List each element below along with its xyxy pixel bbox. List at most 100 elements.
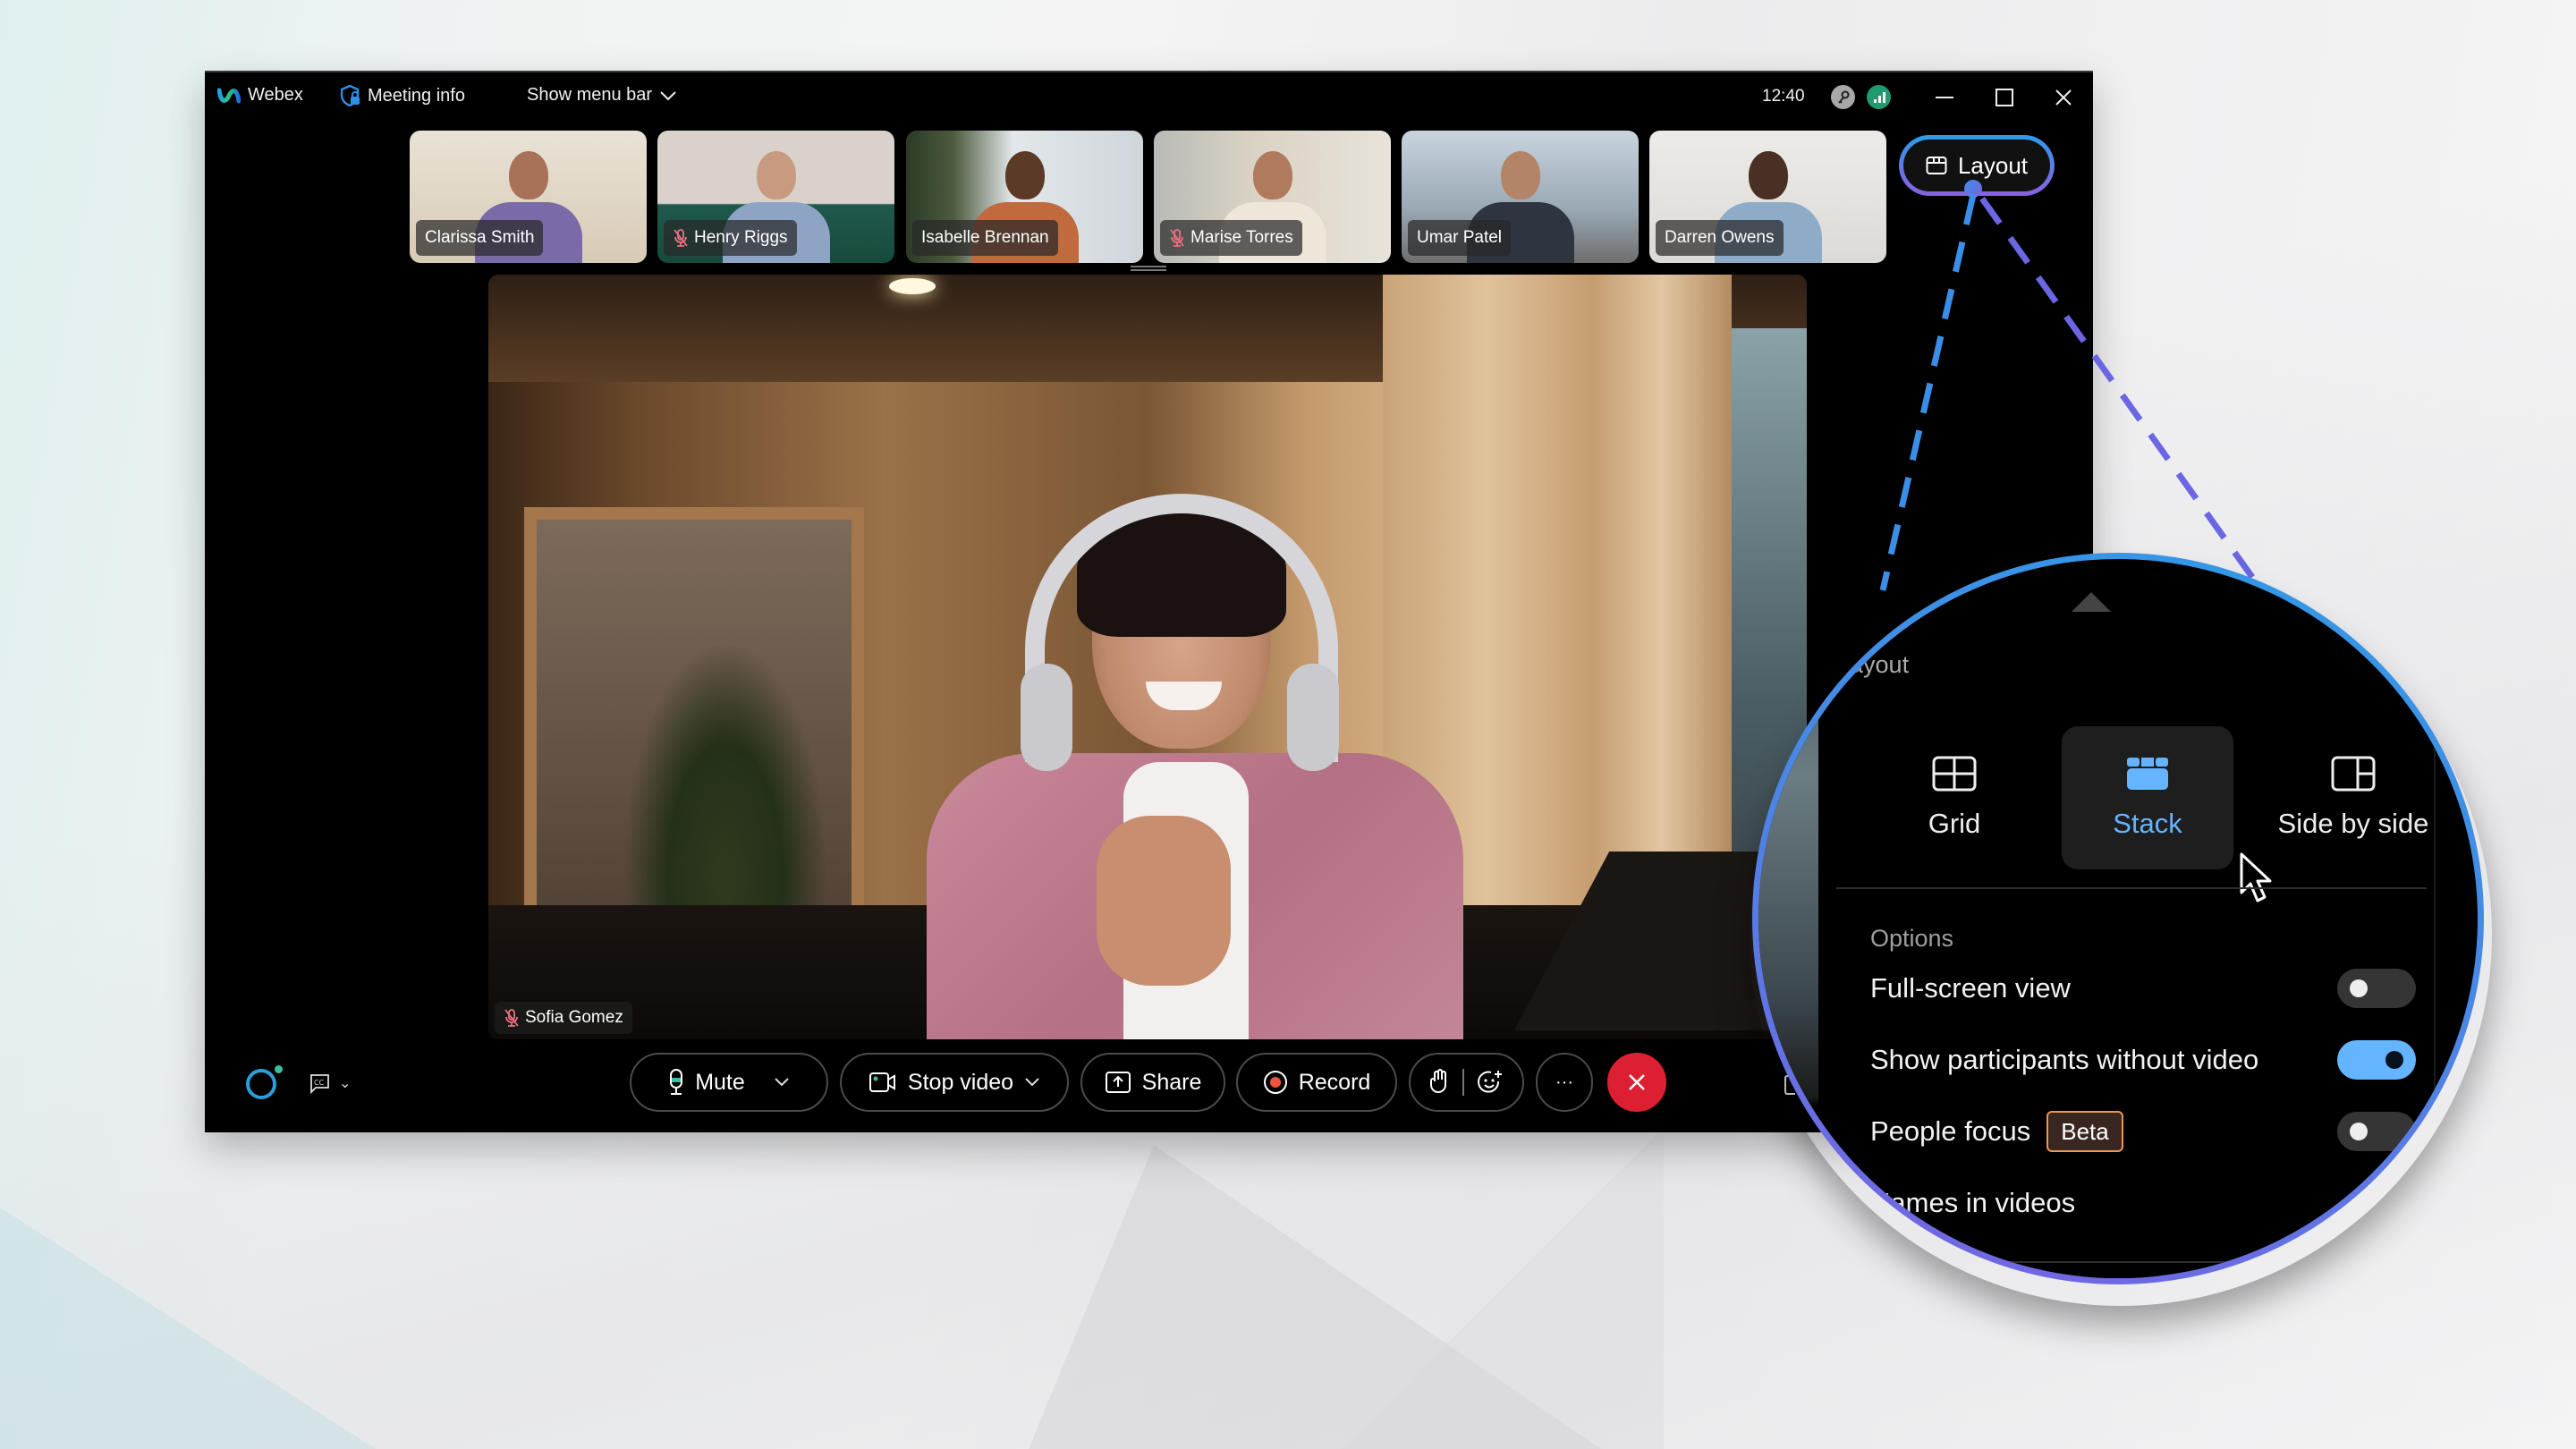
leave-meeting-button[interactable] xyxy=(1607,1053,1666,1112)
speaker-name-tag: Sofia Gomez xyxy=(495,1002,632,1034)
share-button[interactable]: Share xyxy=(1080,1053,1225,1112)
chevron-down-icon[interactable] xyxy=(774,1077,790,1088)
maximize-icon[interactable] xyxy=(1987,81,2022,114)
grid-icon xyxy=(1932,756,1977,792)
stop-video-button[interactable]: Stop video xyxy=(840,1053,1069,1112)
show-menu-bar-button[interactable]: Show menu bar xyxy=(527,85,677,106)
panel-title: Layout xyxy=(1836,651,1910,678)
panel-pointer xyxy=(2072,592,2111,612)
muted-mic-icon xyxy=(674,229,688,247)
layout-option-side-by-side[interactable]: Side by side xyxy=(2255,726,2452,869)
clock-time: 12:40 xyxy=(1762,87,1805,106)
participant-name: Marise Torres xyxy=(1191,228,1293,247)
name-tag: Umar Patel xyxy=(1408,220,1512,256)
participant-thumbnail[interactable]: Umar Patel xyxy=(1402,131,1639,263)
video-camera-icon xyxy=(869,1072,895,1092)
reactions-group xyxy=(1409,1053,1524,1112)
closed-captions-icon: CC xyxy=(310,1074,329,1094)
chevron-right-icon: › xyxy=(2394,1184,2405,1221)
record-button[interactable]: Record xyxy=(1236,1053,1397,1112)
stack-icon xyxy=(2127,758,2168,790)
share-icon xyxy=(1105,1072,1131,1093)
setting-label: People focus xyxy=(1870,1115,2031,1147)
record-icon xyxy=(1263,1071,1287,1094)
participant-thumbnail[interactable]: Isabelle Brennan xyxy=(906,131,1143,263)
show-participants-toggle[interactable] xyxy=(2337,1040,2416,1080)
participant-name: Henry Riggs xyxy=(694,228,788,247)
closed-captions-button[interactable]: CC ⌄ xyxy=(309,1072,351,1094)
signal-icon[interactable] xyxy=(1867,85,1891,109)
speaker-figure xyxy=(855,485,1499,1039)
close-icon xyxy=(1629,1074,1645,1090)
participant-name: Umar Patel xyxy=(1417,228,1503,247)
setting-names-in-videos[interactable]: Names in videos › xyxy=(1870,1181,2416,1225)
ai-status-dot xyxy=(275,1065,283,1073)
shield-lock-icon xyxy=(341,85,360,106)
webex-logo-icon xyxy=(217,88,241,103)
layout-icon xyxy=(1926,157,1947,174)
name-tag: Darren Owens xyxy=(1656,220,1784,256)
muted-mic-icon xyxy=(1170,229,1184,247)
ai-assistant-icon[interactable] xyxy=(246,1069,276,1099)
name-tag: Henry Riggs xyxy=(664,220,797,256)
participant-thumbnail[interactable]: Marise Torres xyxy=(1154,131,1391,263)
meeting-info-label: Meeting info xyxy=(368,85,465,106)
title-bar: Webex Meeting info Show menu bar 12:40 xyxy=(205,72,2093,123)
raise-hand-icon[interactable] xyxy=(1429,1069,1450,1096)
magnified-layout-panel: Layout Grid Stack Side by side Options F… xyxy=(1752,553,2484,1284)
add-reaction-icon[interactable] xyxy=(1477,1069,1504,1096)
setting-show-participants-without-video: Show participants without video xyxy=(1870,1038,2416,1082)
webex-app-label[interactable]: Webex xyxy=(217,85,303,106)
participant-name: Darren Owens xyxy=(1665,228,1775,247)
people-focus-toggle[interactable] xyxy=(2337,1112,2416,1151)
setting-label: Names in videos xyxy=(1870,1187,2076,1218)
participant-thumbnail[interactable]: Darren Owens xyxy=(1649,131,1886,263)
background-facet xyxy=(0,1208,376,1449)
chevron-down-icon[interactable] xyxy=(1024,1077,1040,1088)
background-facet xyxy=(1342,1127,1664,1449)
option-label: Grid xyxy=(1928,808,1981,839)
option-label: Side by side xyxy=(2277,808,2429,839)
speaker-name: Sofia Gomez xyxy=(525,1008,623,1027)
divider xyxy=(1462,1069,1464,1096)
options-section-label: Options xyxy=(1870,925,1954,952)
chevron-down-icon: ⌄ xyxy=(339,1076,352,1091)
setting-label: Full-screen view xyxy=(1870,972,2071,1004)
muted-mic-icon xyxy=(504,1009,519,1027)
full-screen-toggle[interactable] xyxy=(2337,969,2416,1008)
stop-video-label: Stop video xyxy=(907,1069,1014,1095)
microphone-icon xyxy=(670,1069,683,1095)
record-label: Record xyxy=(1298,1069,1371,1095)
key-icon[interactable] xyxy=(1831,85,1855,109)
minimize-icon[interactable] xyxy=(1927,81,1962,114)
layout-label: Layout xyxy=(1957,151,2029,179)
name-tag: Isabelle Brennan xyxy=(912,220,1058,256)
setting-label: Show participants without video xyxy=(1870,1044,2259,1075)
layout-option-stack[interactable]: Stack xyxy=(2062,726,2233,869)
setting-full-screen-view: Full-screen view xyxy=(1870,966,2416,1011)
beta-badge: Beta xyxy=(2046,1111,2123,1152)
app-name: Webex xyxy=(248,85,303,105)
mute-label: Mute xyxy=(695,1069,745,1095)
layout-option-grid[interactable]: Grid xyxy=(1868,726,2040,869)
close-icon[interactable] xyxy=(2046,81,2081,114)
active-speaker-video[interactable]: Sofia Gomez xyxy=(488,275,1807,1039)
participant-name: Clarissa Smith xyxy=(425,228,535,247)
divider xyxy=(1836,887,2427,889)
resize-handle[interactable] xyxy=(1131,266,1166,271)
mute-button[interactable]: Mute xyxy=(630,1053,828,1112)
name-tag: Clarissa Smith xyxy=(416,220,544,256)
callout-pin xyxy=(1964,180,1982,198)
participant-thumbnail[interactable]: Henry Riggs xyxy=(657,131,894,263)
meeting-info-button[interactable]: Meeting info xyxy=(341,85,465,106)
participant-thumbnail[interactable]: Clarissa Smith xyxy=(410,131,647,263)
participant-name: Isabelle Brennan xyxy=(921,228,1049,247)
setting-people-focus: People focus Beta xyxy=(1870,1109,2416,1154)
divider xyxy=(1836,1261,2427,1263)
option-label: Stack xyxy=(2113,808,2182,839)
video-background xyxy=(889,278,936,294)
more-options-button[interactable]: ··· xyxy=(1536,1053,1593,1112)
show-menu-bar-label: Show menu bar xyxy=(527,85,653,105)
side-by-side-icon xyxy=(2331,756,2376,792)
layout-panel: Layout Grid Stack Side by side Options F… xyxy=(1818,592,2436,1278)
